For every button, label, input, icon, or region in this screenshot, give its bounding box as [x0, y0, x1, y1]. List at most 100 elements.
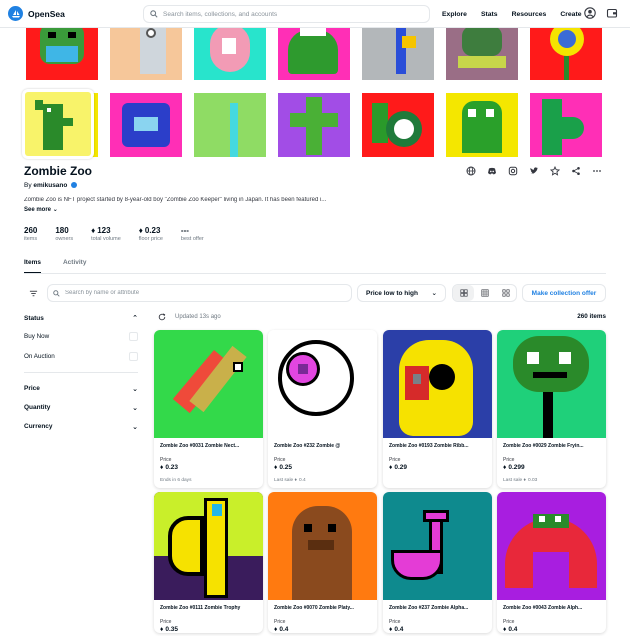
- nft-card[interactable]: Zombie Zoo #232 Zombie @ Price ♦ 0.25 Las…: [268, 330, 377, 488]
- wallet-icon[interactable]: [606, 7, 619, 20]
- art-thumbnail[interactable]: [278, 93, 350, 157]
- tab-items[interactable]: Items: [24, 259, 41, 274]
- eth-icon: ♦: [523, 478, 526, 483]
- nav-create[interactable]: Create: [560, 11, 581, 18]
- price-label: Price: [160, 457, 172, 463]
- nft-card[interactable]: Zombie Zoo #0111 Zombie Trophy Price ♦ 0.…: [154, 492, 263, 633]
- by-prefix: By: [24, 182, 32, 189]
- global-search[interactable]: [143, 5, 430, 23]
- eth-icon: ♦: [138, 226, 143, 235]
- eth-icon: ♦: [274, 626, 278, 633]
- nav-resources[interactable]: Resources: [512, 11, 547, 18]
- nft-price-value: 0.4: [394, 626, 404, 633]
- last-sale-value: 0.4: [299, 478, 306, 483]
- nft-card[interactable]: Zombie Zoo #237 Zombie Alpha... Price ♦ 0…: [383, 492, 492, 633]
- nft-price: ♦ 0.299: [503, 464, 600, 471]
- price-filter-header[interactable]: Price ⌄: [24, 379, 138, 398]
- sort-dropdown[interactable]: Price low to high ⌄: [357, 284, 446, 302]
- chevron-down-icon: ⌄: [132, 404, 138, 412]
- nft-name: Zombie Zoo #0193 Zombie Ribb...: [389, 443, 469, 449]
- nft-price-value: 0.4: [279, 626, 289, 633]
- stat-owners: 180 owners: [55, 226, 73, 242]
- nft-image: [383, 492, 492, 600]
- nav-stats[interactable]: Stats: [481, 11, 498, 18]
- see-more-label: See more: [24, 207, 52, 213]
- nav-explore[interactable]: Explore: [442, 11, 467, 18]
- nft-image: [383, 330, 492, 438]
- filter-sidebar: Status ⌃ Buy Now On Auction Price ⌄ Quan…: [24, 310, 138, 436]
- price-label: Price: [389, 619, 401, 625]
- nft-card[interactable]: Zombie Zoo #0029 Zombie Fryin... Price ♦…: [497, 330, 606, 488]
- filter-icon: [29, 290, 37, 296]
- search-icon: [150, 10, 158, 18]
- featured-art-row-bottom: [26, 93, 614, 157]
- on-auction-checkbox[interactable]: [129, 351, 138, 361]
- stat-label: items: [24, 236, 38, 242]
- art-thumbnail[interactable]: [110, 93, 182, 157]
- eth-icon: ♦: [91, 226, 96, 235]
- nft-name: Zombie Zoo #0031 Zombie Nect...: [160, 443, 240, 449]
- account-icon[interactable]: [584, 7, 597, 20]
- last-updated-text: Updated 13s ago: [175, 314, 221, 320]
- item-search[interactable]: [47, 284, 352, 302]
- quantity-filter-header[interactable]: Quantity ⌄: [24, 398, 138, 417]
- price-label: Price: [160, 619, 172, 625]
- eth-icon: ♦: [294, 478, 297, 483]
- eth-icon: ♦: [503, 626, 507, 633]
- item-search-input[interactable]: [65, 290, 345, 296]
- buy-now-checkbox[interactable]: [129, 331, 138, 341]
- view-list-button[interactable]: [495, 285, 516, 301]
- nft-image: [268, 492, 377, 600]
- art-thumbnail[interactable]: [446, 93, 518, 157]
- creator-line: By emikusano: [24, 182, 78, 189]
- status-option-buy-now[interactable]: Buy Now: [24, 326, 138, 346]
- nft-card[interactable]: Zombie Zoo #0070 Zombie Platy... Price ♦…: [268, 492, 377, 633]
- nft-price: ♦ 0.4: [274, 626, 371, 633]
- nft-footer: Last sale ♦ 0.03: [503, 478, 600, 488]
- status-option-on-auction[interactable]: On Auction: [24, 346, 138, 366]
- nft-price-value: 0.4: [508, 626, 518, 633]
- instagram-icon[interactable]: [508, 166, 518, 176]
- chevron-down-icon: ⌄: [52, 207, 58, 213]
- small-grid-icon: [480, 289, 489, 297]
- website-icon[interactable]: [466, 166, 476, 176]
- nft-card[interactable]: Zombie Zoo #0031 Zombie Nect... Price ♦ 0…: [154, 330, 263, 488]
- stat-floor-price: ♦ 0.23 floor price: [139, 226, 163, 242]
- tab-activity[interactable]: Activity: [63, 259, 86, 274]
- refresh-icon[interactable]: [158, 313, 166, 321]
- twitter-icon[interactable]: [529, 166, 539, 176]
- view-small-grid-button[interactable]: [474, 285, 495, 301]
- stat-value: 123: [97, 226, 111, 235]
- last-sale-value: 0.03: [528, 478, 538, 483]
- collection-avatar: [22, 89, 94, 159]
- share-icon[interactable]: [571, 166, 581, 176]
- stat-label: best offer: [180, 236, 204, 242]
- nft-image: [497, 330, 606, 438]
- discord-icon[interactable]: [487, 166, 497, 176]
- art-thumbnail[interactable]: [362, 93, 434, 157]
- nft-card[interactable]: Zombie Zoo #0193 Zombie Ribb... Price ♦ 0…: [383, 330, 492, 488]
- global-search-input[interactable]: [163, 10, 423, 18]
- currency-filter-header[interactable]: Currency ⌄: [24, 417, 138, 436]
- status-filter-header[interactable]: Status ⌃: [24, 310, 138, 326]
- status-option-label: Buy Now: [24, 332, 50, 340]
- nft-image: [268, 330, 377, 438]
- see-more-link[interactable]: See more ⌄: [24, 206, 58, 213]
- creator-link[interactable]: emikusano: [33, 182, 67, 189]
- nft-card[interactable]: Zombie Zoo #0043 Zombie Alph... Price ♦ 0…: [497, 492, 606, 633]
- art-thumbnail[interactable]: [194, 93, 266, 157]
- price-label: Price: [503, 619, 515, 625]
- nft-price: ♦ 0.25: [274, 464, 371, 471]
- star-icon[interactable]: [550, 166, 560, 176]
- make-collection-offer-button[interactable]: Make collection offer: [522, 284, 606, 302]
- filter-toggle-button[interactable]: [24, 284, 42, 302]
- item-count: 260 items: [577, 313, 606, 320]
- view-large-grid-button[interactable]: [453, 285, 474, 301]
- art-thumbnail[interactable]: [530, 93, 602, 157]
- more-icon[interactable]: [592, 166, 602, 176]
- opensea-logo[interactable]: OpenSea: [8, 6, 138, 21]
- last-updated: Updated 13s ago: [158, 313, 221, 321]
- price-label: Price: [503, 457, 515, 463]
- opensea-boat-icon: [8, 6, 23, 21]
- nft-price-value: 0.29: [394, 464, 407, 471]
